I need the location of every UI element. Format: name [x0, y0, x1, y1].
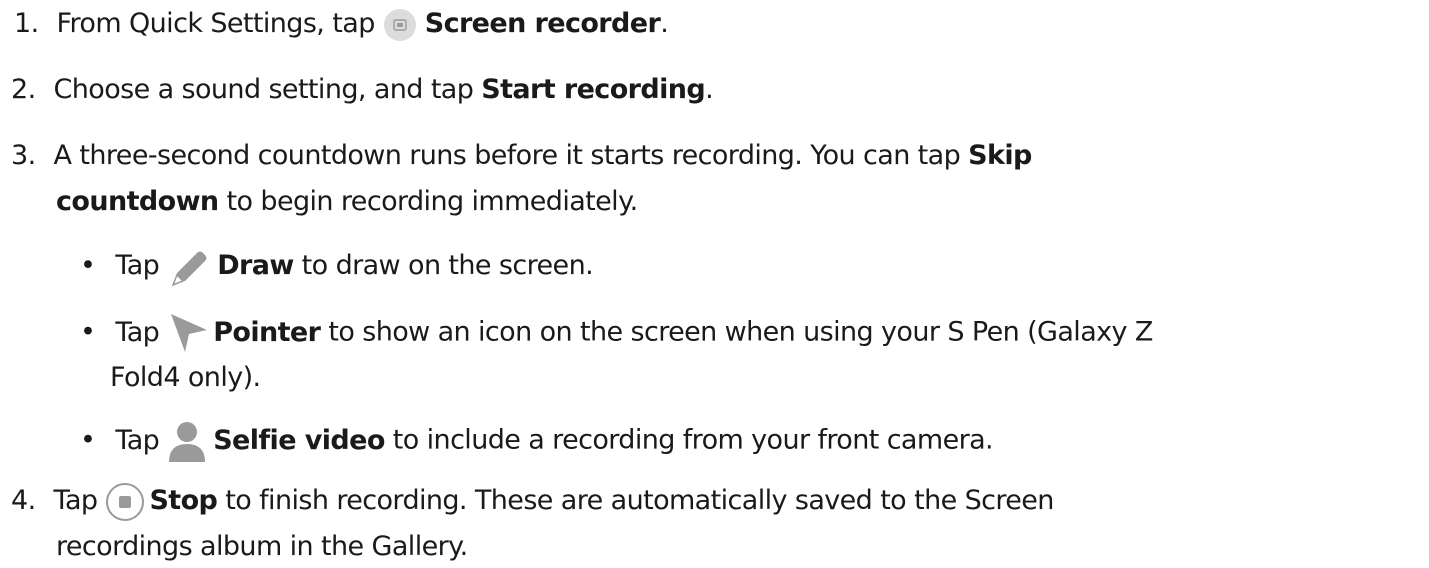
- step-3-text-pre: A three-second countdown runs before it …: [53, 140, 969, 171]
- document-page: 1. From Quick Settings, tap Screen recor…: [0, 0, 1429, 568]
- step-2-number: 2.: [11, 74, 36, 105]
- bullet-pointer-post: to show an icon on the screen when using…: [320, 316, 1153, 348]
- step-3-line-1: 3. A three-second countdown runs before …: [11, 136, 1032, 176]
- step-4-number: 4.: [11, 485, 36, 516]
- bullet-pointer-pre: Tap: [115, 316, 168, 348]
- bullet-pointer-bold: Pointer: [213, 316, 321, 348]
- bullet-draw-post: to draw on the screen.: [293, 250, 594, 281]
- step-2: 2. Choose a sound setting, and tap Start…: [11, 70, 714, 110]
- step-3-text-post: to begin recording immediately.: [218, 186, 639, 217]
- bullet-selfie-pre: Tap: [115, 424, 168, 456]
- selfie-icon: [167, 420, 207, 462]
- bullet-symbol: •: [80, 250, 96, 281]
- draw-icon: [167, 247, 211, 287]
- step-4-bold: Stop: [149, 485, 218, 516]
- step-2-text-post: .: [705, 74, 714, 105]
- bullet-selfie-bold: Selfie video: [213, 424, 385, 456]
- step-2-text-pre: Choose a sound setting, and tap: [53, 74, 482, 105]
- step-3-line-2: countdown to begin recording immediately…: [56, 182, 638, 222]
- step-1-bold: Screen recorder: [424, 8, 661, 39]
- step-2-bold: Start recording: [481, 74, 706, 105]
- step-3-bold-skip: Skip: [968, 140, 1032, 171]
- pointer-icon: [167, 312, 209, 354]
- stop-icon: [105, 482, 145, 522]
- bullet-selfie: • Tap Selfie video to include a recordin…: [80, 420, 994, 462]
- bullet-selfie-post: to include a recording from your front c…: [384, 424, 994, 456]
- bullet-draw-bold: Draw: [217, 250, 294, 281]
- step-4-text-post: to finish recording. These are automatic…: [217, 485, 1054, 516]
- step-1: 1. From Quick Settings, tap Screen recor…: [14, 4, 669, 44]
- step-3-number: 3.: [11, 140, 36, 171]
- bullet-symbol: •: [80, 424, 96, 456]
- step-3-bold-countdown: countdown: [56, 186, 219, 217]
- step-1-text-post: .: [660, 8, 669, 39]
- bullet-pointer-line2: Fold4 only).: [110, 362, 261, 393]
- step-4-text-pre: Tap: [53, 485, 106, 516]
- bullet-draw: • Tap Draw to draw on the screen.: [80, 246, 594, 287]
- bullet-pointer-line-2: Fold4 only).: [110, 358, 261, 398]
- step-1-number: 1.: [14, 8, 39, 39]
- bullet-draw-pre: Tap: [115, 250, 168, 281]
- bullet-symbol: •: [80, 316, 96, 348]
- screen-recorder-icon: [383, 8, 417, 42]
- step-4-line-2: recordings album in the Gallery.: [56, 527, 468, 567]
- step-4-line2: recordings album in the Gallery.: [56, 531, 468, 562]
- bullet-pointer: • Tap Pointer to show an icon on the scr…: [80, 312, 1153, 354]
- step-1-text-pre: From Quick Settings, tap: [56, 8, 383, 39]
- step-4-line-1: 4. Tap Stop to finish recording. These a…: [11, 481, 1054, 522]
